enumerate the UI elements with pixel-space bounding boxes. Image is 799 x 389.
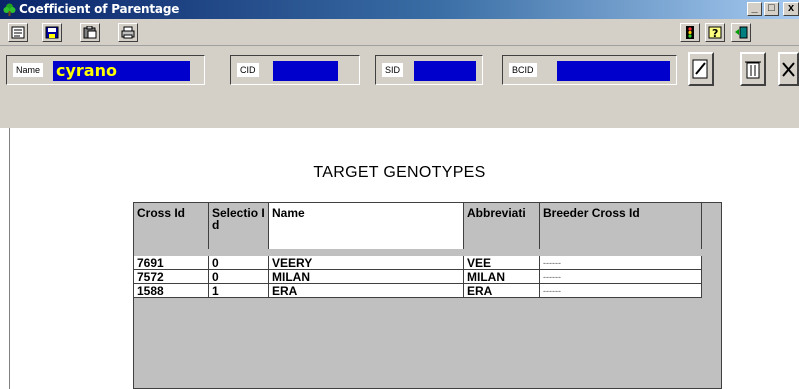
name-label: Name (13, 63, 44, 77)
cell-name: ERA (269, 284, 464, 298)
clipboard-icon (83, 26, 97, 39)
sid-field-group: SID (375, 55, 483, 85)
column-header-breeder-cross-id[interactable]: Breeder Cross Id (540, 203, 702, 249)
cell-name: MILAN (269, 270, 464, 284)
field-bar: Name cyrano CID SID BCID (0, 46, 799, 128)
column-header-name[interactable]: Name (269, 203, 464, 249)
print-button[interactable] (118, 23, 138, 42)
column-header-abbreviation[interactable]: Abbreviati (464, 203, 540, 249)
status-button[interactable] (680, 23, 700, 42)
column-header-cross-id[interactable]: Cross Id (134, 203, 209, 249)
edit-icon (692, 59, 708, 79)
save-icon (45, 26, 59, 39)
close-icon (782, 62, 795, 77)
window-title: Coefficient of Parentage (19, 2, 180, 16)
cid-field[interactable] (273, 61, 338, 81)
cell-breeder-cross-id: ------ (540, 270, 702, 284)
table-row[interactable]: 7691 0 VEERY VEE ------ (134, 256, 702, 270)
maximize-button[interactable]: □ (764, 2, 779, 16)
column-header-selection-id[interactable]: Selectio Id (209, 203, 269, 249)
cell-abbreviation: MILAN (464, 270, 540, 284)
exit-icon (735, 26, 748, 39)
page-title: TARGET GENOTYPES (313, 164, 486, 181)
cell-selection-id: 0 (209, 270, 269, 284)
app-icon (3, 3, 16, 16)
help-button[interactable]: ? (705, 23, 725, 42)
close-button[interactable] (778, 52, 799, 86)
cid-field-group: CID (230, 55, 360, 85)
exit-button[interactable] (731, 23, 751, 42)
cell-abbreviation: ERA (464, 284, 540, 298)
title-bar: Coefficient of Parentage _ □ x (0, 0, 799, 19)
close-window-button[interactable]: x (783, 2, 799, 16)
cell-breeder-cross-id: ------ (540, 284, 702, 298)
table-row[interactable]: 1588 1 ERA ERA ------ (134, 284, 702, 298)
cell-cross-id: 7691 (134, 256, 209, 270)
toolbar: ? (0, 19, 799, 46)
cid-label: CID (237, 63, 259, 77)
name-field[interactable]: cyrano (53, 61, 190, 81)
cell-cross-id: 7572 (134, 270, 209, 284)
save-button[interactable] (42, 23, 62, 42)
cell-abbreviation: VEE (464, 256, 540, 270)
sid-field[interactable] (414, 61, 476, 81)
table-row[interactable]: 7572 0 MILAN MILAN ------ (134, 270, 702, 284)
cell-cross-id: 1588 (134, 284, 209, 298)
name-field-group: Name cyrano (6, 55, 205, 85)
bcid-field-group: BCID (502, 55, 677, 85)
delete-button[interactable] (740, 52, 766, 86)
clipboard-button[interactable] (80, 23, 100, 42)
list-icon (11, 26, 25, 39)
list-button[interactable] (8, 23, 28, 42)
cell-name: VEERY (269, 256, 464, 270)
cell-selection-id: 0 (209, 256, 269, 270)
minimize-button[interactable]: _ (747, 2, 762, 16)
print-icon (121, 26, 135, 39)
help-icon: ? (708, 26, 722, 39)
genotype-table: Cross Id Selectio Id Name Abbreviati Bre… (133, 202, 722, 389)
bcid-label: BCID (509, 63, 537, 77)
cell-selection-id: 1 (209, 284, 269, 298)
cell-breeder-cross-id: ------ (540, 256, 702, 270)
trash-icon (745, 61, 761, 79)
traffic-light-icon (686, 26, 694, 39)
svg-text:?: ? (712, 27, 718, 39)
bcid-field[interactable] (557, 61, 670, 81)
sid-label: SID (382, 63, 404, 77)
edit-button[interactable] (688, 52, 714, 86)
